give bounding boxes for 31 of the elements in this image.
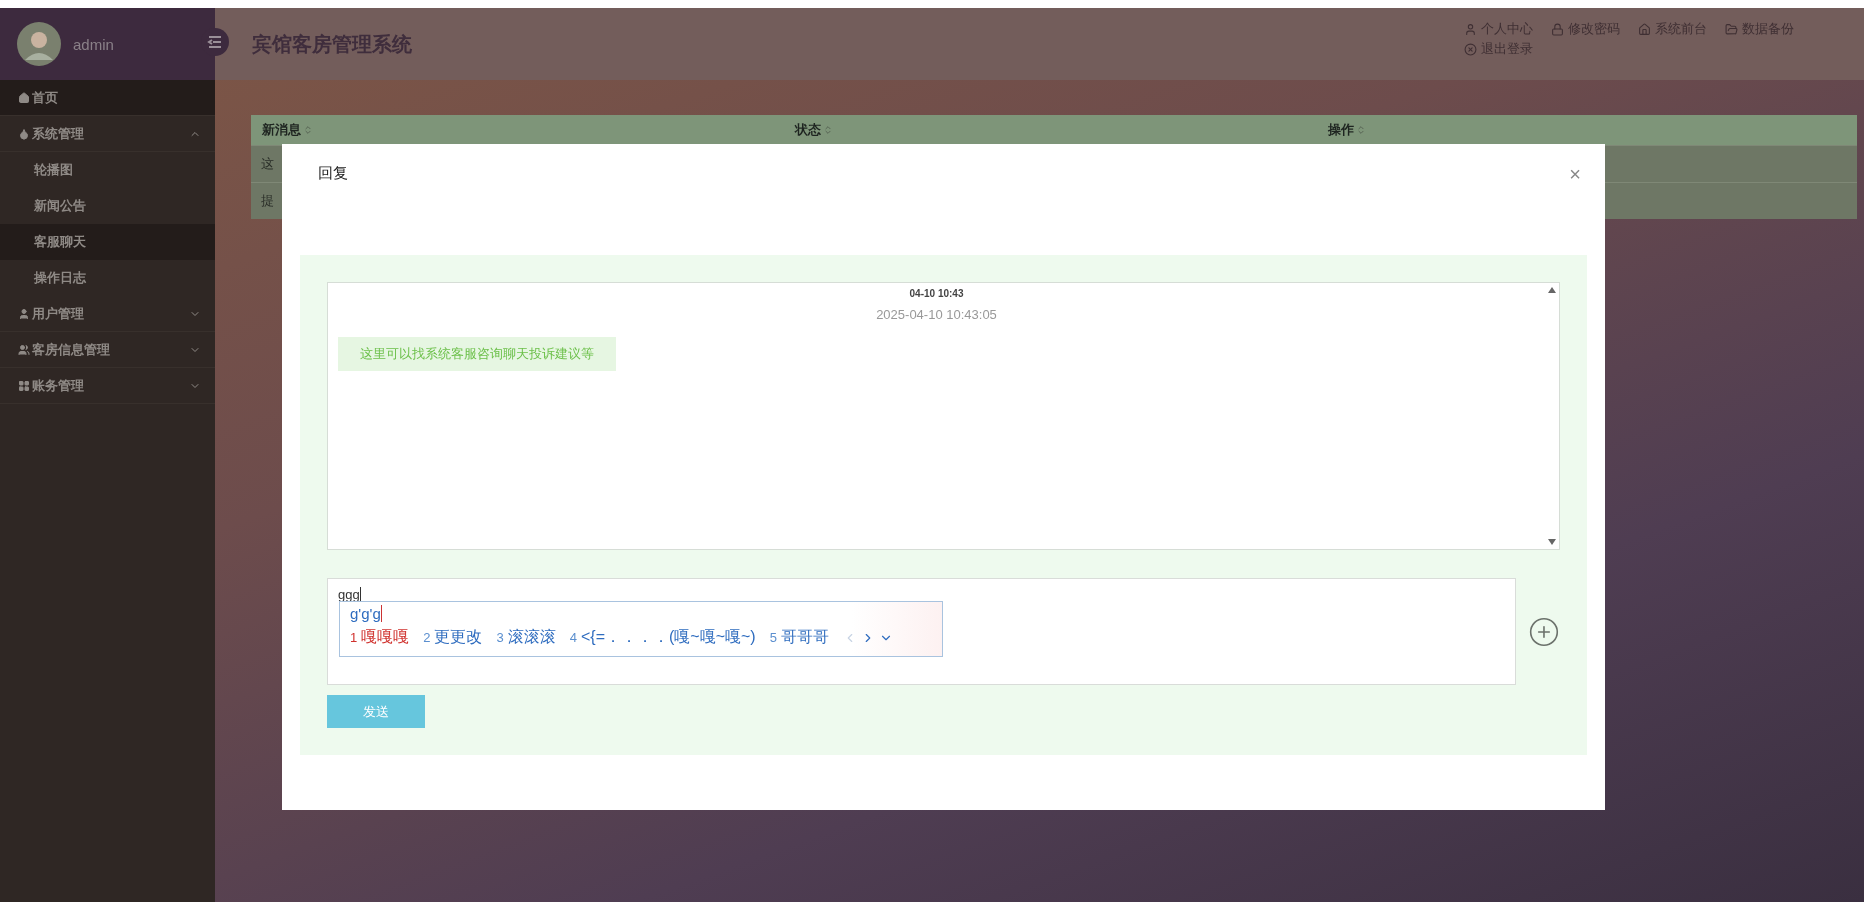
link-icon bbox=[1551, 22, 1564, 36]
message-time: 2025-04-10 10:43:05 bbox=[876, 307, 997, 322]
ime-candidate[interactable]: 1 嘎嘎嘎 bbox=[350, 627, 410, 649]
ime-candidate[interactable]: 3 滚滚滚 bbox=[496, 627, 556, 649]
submenu-item[interactable]: 轮播图 bbox=[0, 152, 215, 188]
user-name: admin bbox=[73, 35, 114, 53]
link-icon bbox=[1464, 22, 1477, 36]
column-header[interactable]: 状态 bbox=[784, 121, 1317, 139]
dialog-title: 回复 bbox=[318, 164, 349, 183]
ime-candidate[interactable]: 4 <{=．．．．(嘎~嘎~嘎~) bbox=[569, 627, 756, 649]
ime-candidate[interactable]: 2 更更改 bbox=[423, 627, 483, 649]
avatar bbox=[17, 22, 61, 66]
ime-composition: g'g'g bbox=[350, 605, 382, 623]
table-cell: 提 bbox=[261, 192, 274, 210]
chat-message: 这里可以找系统客服咨询聊天投诉建议等 bbox=[338, 337, 616, 371]
column-header[interactable]: 操作 bbox=[1317, 121, 1857, 139]
submenu-item[interactable]: 操作日志 bbox=[0, 260, 215, 296]
link-icon bbox=[1464, 42, 1477, 56]
table-cell: 这 bbox=[261, 155, 274, 173]
scroll-down-icon[interactable] bbox=[1548, 539, 1556, 546]
menu-item[interactable]: 首页 bbox=[0, 80, 215, 116]
column-header[interactable]: 新消息 bbox=[251, 121, 784, 139]
submenu-item[interactable]: 新闻公告 bbox=[0, 188, 215, 224]
close-button[interactable]: × bbox=[1569, 164, 1581, 184]
submenu-item[interactable]: 客服聊天 bbox=[0, 224, 215, 260]
ime-candidate[interactable]: 5 哥哥哥 bbox=[769, 627, 829, 649]
scroll-up-icon[interactable] bbox=[1548, 287, 1556, 293]
link-icon bbox=[1725, 22, 1738, 36]
chat-date: 04-10 10:43 bbox=[909, 288, 964, 299]
link-icon bbox=[1638, 22, 1651, 36]
add-icon[interactable] bbox=[1528, 615, 1560, 648]
